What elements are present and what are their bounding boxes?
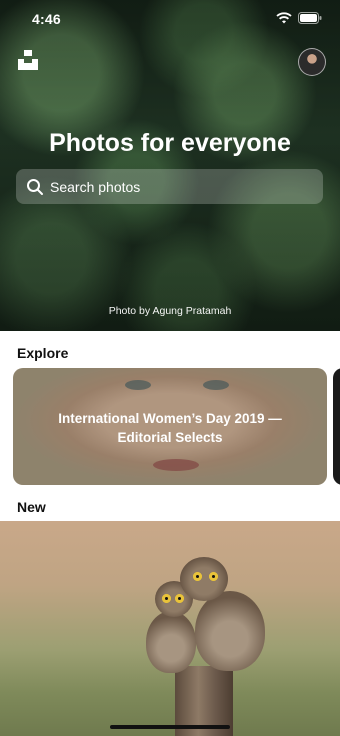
search-bar[interactable]: Search photos: [16, 169, 323, 204]
status-bar: 4:46: [0, 0, 340, 40]
explore-card[interactable]: International Women’s Day 2019 — Editori…: [13, 368, 327, 485]
unsplash-logo-icon[interactable]: [18, 50, 38, 70]
hero-photo-credit[interactable]: Photo by Agung Pratamah: [0, 305, 340, 317]
search-placeholder: Search photos: [50, 178, 141, 195]
photo-owl-right-body: [195, 591, 265, 671]
photo-owl-right-head: [180, 557, 228, 601]
hero-shade: [0, 0, 340, 331]
search-icon: [27, 178, 43, 195]
photo-owl-right-eye-1: [193, 572, 202, 581]
hero-title: Photos for everyone: [49, 129, 291, 157]
new-photo[interactable]: [0, 521, 340, 736]
photo-owl-left-eye-1: [162, 594, 171, 603]
new-heading: New: [17, 499, 46, 515]
photo-owl-left-eye-2: [175, 594, 184, 603]
home-indicator: [110, 725, 230, 729]
profile-avatar[interactable]: [298, 48, 326, 76]
status-icons: [276, 12, 322, 24]
battery-icon: [298, 12, 322, 24]
explore-heading: Explore: [17, 345, 69, 361]
explore-card-title: International Women’s Day 2019 — Editori…: [58, 411, 282, 445]
wifi-icon: [276, 12, 292, 24]
photo-owl-right-eye-2: [209, 572, 218, 581]
hero-banner: 4:46 Photos for everyone Search photos P…: [0, 0, 340, 331]
status-time: 4:46: [32, 11, 61, 27]
explore-card-next[interactable]: [333, 368, 340, 485]
photo-owl-left-body: [146, 611, 196, 673]
